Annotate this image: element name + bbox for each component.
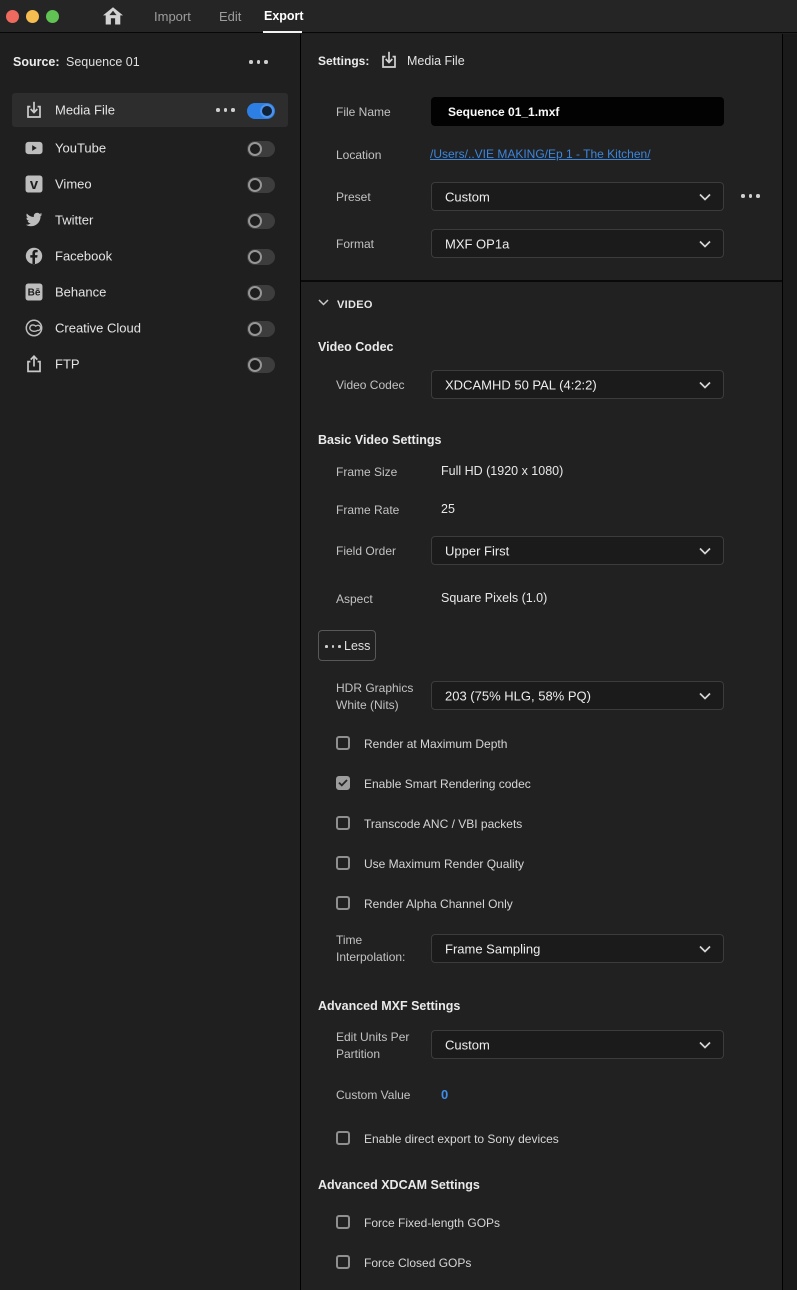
svg-text:v: v <box>30 177 39 193</box>
svg-text:Bē: Bē <box>28 288 41 299</box>
